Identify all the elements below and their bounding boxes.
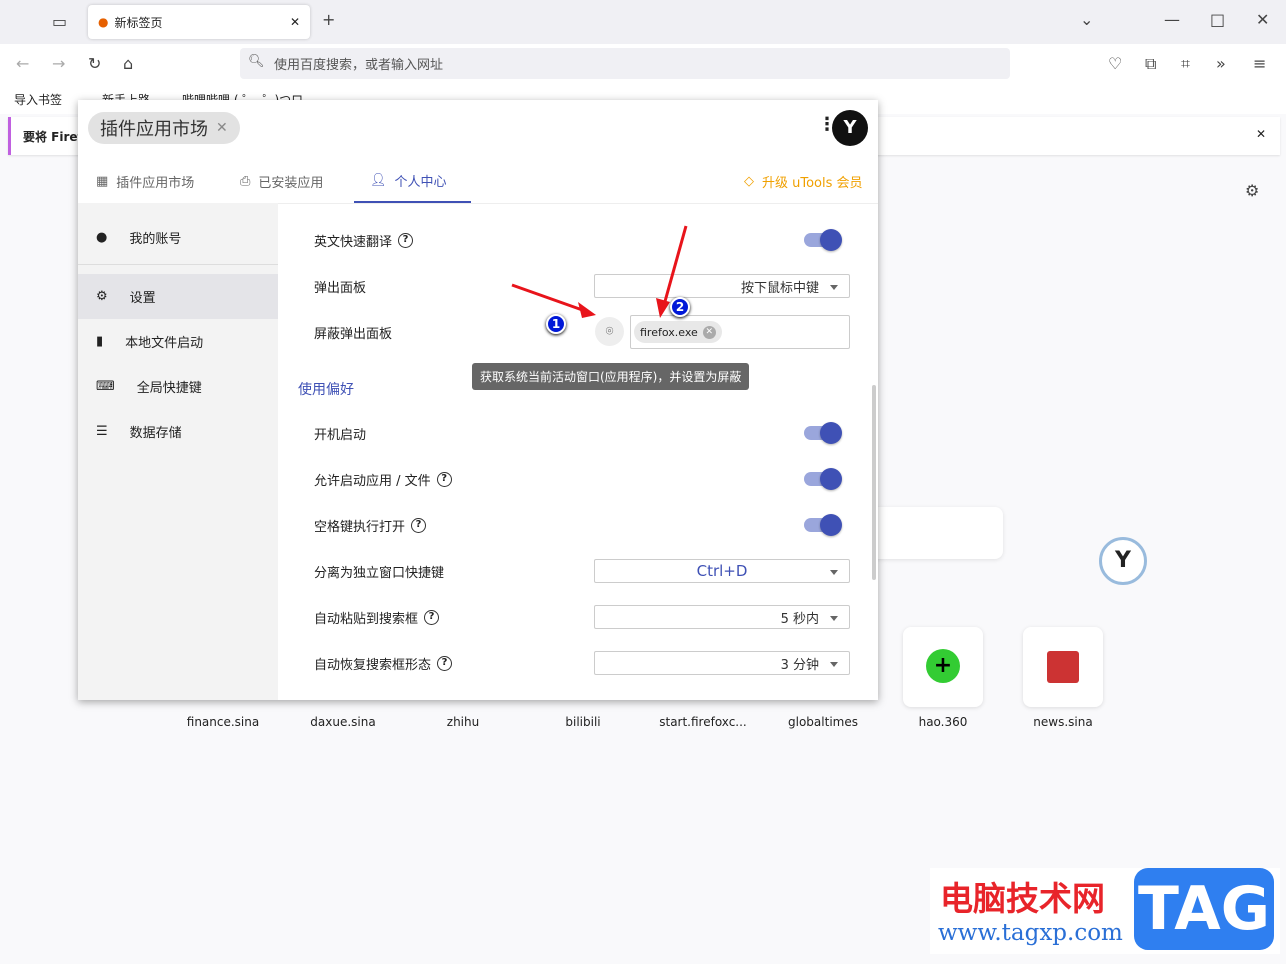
arrow-1-head: [578, 302, 596, 318]
watermark: 电脑技术网 www.tagxp.com TAG: [930, 868, 1280, 954]
watermark-title: 电脑技术网: [940, 879, 1105, 918]
watermark-logo: TAG: [1134, 868, 1274, 950]
annotation-badge: 2: [670, 297, 690, 317]
annotation-badge: 1: [546, 314, 566, 334]
arrow-2-head: [656, 298, 670, 318]
watermark-url: www.tagxp.com: [938, 920, 1123, 946]
annotation-arrows: [511, 225, 688, 318]
arrow-1: [511, 283, 589, 314]
arrow-2: [662, 225, 688, 306]
